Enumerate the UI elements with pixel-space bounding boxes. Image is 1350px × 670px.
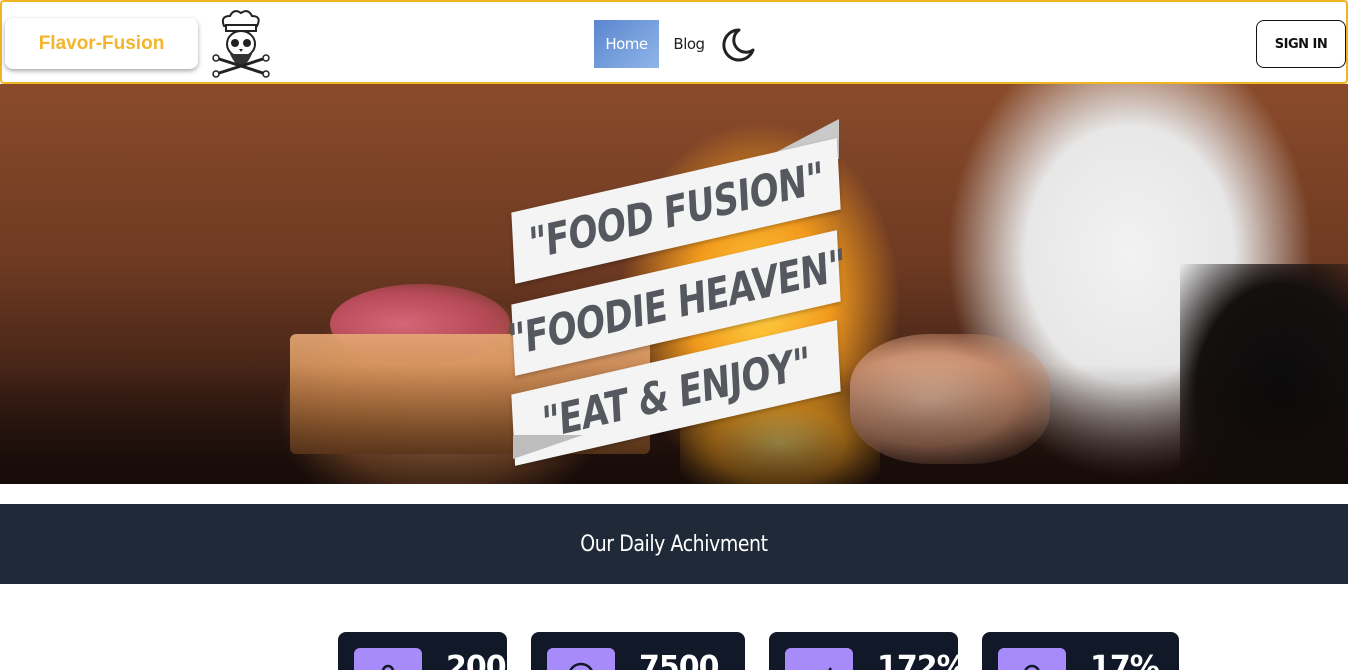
sign-in-button[interactable]: SIGN IN (1256, 20, 1346, 68)
chef-skull-icon (212, 10, 270, 78)
stat-card: 200 (338, 632, 507, 670)
chart-icon (785, 648, 853, 670)
brand-button[interactable]: Flavor-Fusion (5, 18, 198, 69)
user-icon (354, 648, 422, 670)
pin-icon (998, 648, 1066, 670)
hero-ribbon-group: "FOOD FUSION" "FOODIE HEAVEN" "EAT & ENJ… (505, 115, 846, 466)
stat-card: 17% (982, 632, 1179, 670)
achievements-header: Our Daily Achivment (0, 504, 1348, 584)
stat-value: 7500 (639, 650, 719, 670)
moon-icon[interactable] (718, 26, 756, 64)
smile-icon (547, 648, 615, 670)
nav-link-home[interactable]: Home (594, 20, 659, 68)
stat-value: 17% (1090, 650, 1160, 670)
ribbon-fold-bottom (513, 435, 583, 459)
stat-card: 172% (769, 632, 967, 670)
stat-value: 172% (877, 650, 967, 670)
stat-value: 200 (446, 650, 507, 670)
stat-card: 7500 (531, 632, 745, 670)
navbar: Flavor-Fusion Home Blog SIGN IN (0, 0, 1348, 84)
hero-banner: "FOOD FUSION" "FOODIE HEAVEN" "EAT & ENJ… (0, 84, 1348, 484)
achievements-title: Our Daily Achivment (580, 531, 768, 557)
nav-link-blog[interactable]: Blog (668, 20, 710, 68)
